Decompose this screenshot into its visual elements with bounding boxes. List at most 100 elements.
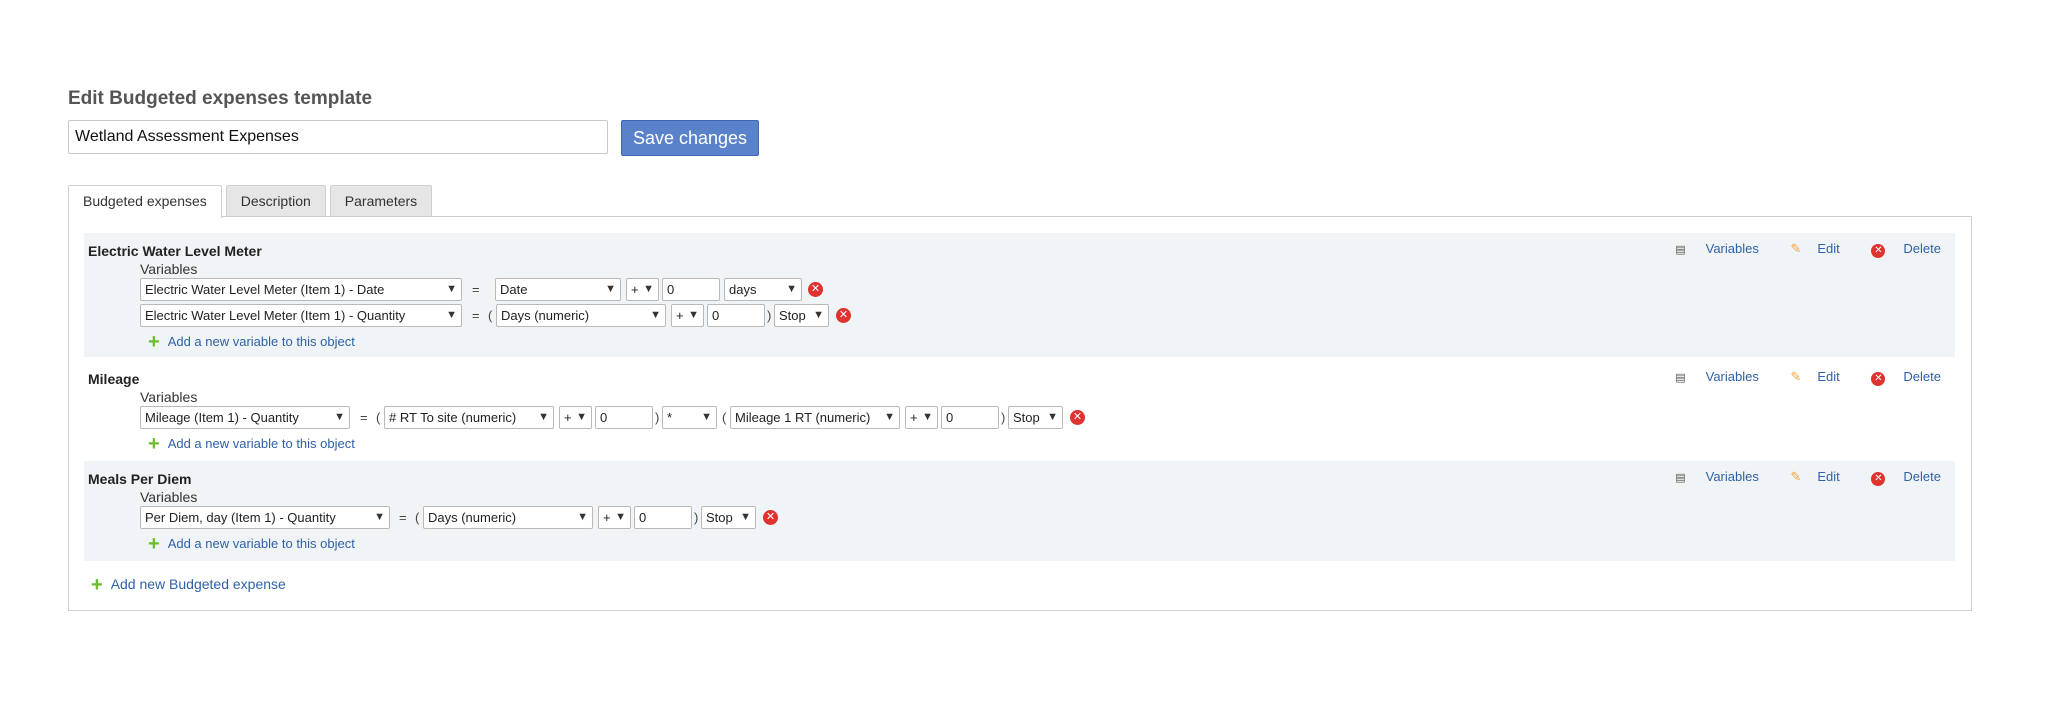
source-select[interactable]: Days (numeric) ▼ xyxy=(496,304,666,327)
variables-label: Variables xyxy=(140,489,198,505)
plus-icon: + xyxy=(148,433,160,455)
operator-select[interactable]: + ▼ xyxy=(559,406,592,429)
chevron-down-icon: ▼ xyxy=(538,411,549,423)
list-icon: ▤ xyxy=(1675,472,1686,484)
add-budgeted-expense-link[interactable]: + Add new Budgeted expense xyxy=(91,574,286,597)
expense-actions: ▤ Variables ✎ Edit ✕ Delete xyxy=(1647,469,1941,486)
chevron-down-icon: ▼ xyxy=(615,511,626,523)
equals-sign: = xyxy=(472,282,480,297)
expense-actions: ▤ Variables ✎ Edit ✕ Delete xyxy=(1647,241,1941,258)
edit-action[interactable]: ✎ Edit xyxy=(1776,241,1839,256)
close-paren: ) xyxy=(694,510,699,525)
tab-bar: Budgeted expenses Description Parameters xyxy=(68,185,436,218)
target-variable-select[interactable]: Per Diem, day (Item 1) - Quantity ▼ xyxy=(140,506,390,529)
chevron-down-icon: ▼ xyxy=(605,283,616,295)
delete-circle-icon: ✕ xyxy=(1871,372,1886,386)
close-paren: ) xyxy=(767,308,772,323)
chevron-down-icon: ▼ xyxy=(446,309,457,321)
open-paren: ( xyxy=(488,308,493,323)
operator-select[interactable]: + ▼ xyxy=(598,506,631,529)
variables-action[interactable]: ▤ Variables xyxy=(1661,241,1759,256)
equals-sign: = xyxy=(399,510,407,525)
variables-action[interactable]: ▤ Variables xyxy=(1661,469,1759,484)
save-changes-button[interactable]: Save changes xyxy=(621,120,759,156)
plus-icon: + xyxy=(148,533,160,555)
target-variable-select[interactable]: Electric Water Level Meter (Item 1) - Qu… xyxy=(140,304,462,327)
chevron-down-icon: ▼ xyxy=(813,309,824,321)
add-variable-link[interactable]: + Add a new variable to this object xyxy=(148,433,355,456)
remove-variable-icon[interactable]: ✕ xyxy=(763,510,778,525)
chevron-down-icon: ▼ xyxy=(650,309,661,321)
equals-sign: = xyxy=(360,410,368,425)
operator-select[interactable]: + ▼ xyxy=(671,304,704,327)
end-select[interactable]: Stop ▼ xyxy=(701,506,756,529)
tab-parameters[interactable]: Parameters xyxy=(329,185,433,217)
expense-title: Meals Per Diem xyxy=(88,471,192,487)
unit-select[interactable]: days ▼ xyxy=(724,278,802,301)
chevron-down-icon: ▼ xyxy=(688,309,699,321)
operator-select[interactable]: + ▼ xyxy=(626,278,659,301)
offset-input[interactable]: 0 xyxy=(707,304,765,327)
budgeted-expenses-panel: Electric Water Level Meter Variables ▤ Va… xyxy=(68,216,1972,611)
equals-sign: = xyxy=(472,308,480,323)
chevron-down-icon: ▼ xyxy=(884,411,895,423)
pencil-icon: ✎ xyxy=(1790,369,1802,384)
plus-icon: + xyxy=(148,331,160,353)
edit-action[interactable]: ✎ Edit xyxy=(1776,369,1839,384)
remove-variable-icon[interactable]: ✕ xyxy=(808,282,823,297)
chevron-down-icon: ▼ xyxy=(643,283,654,295)
delete-action[interactable]: ✕ Delete xyxy=(1857,369,1941,386)
open-paren: ( xyxy=(415,510,420,525)
expense-actions: ▤ Variables ✎ Edit ✕ Delete xyxy=(1647,369,1941,386)
close-paren: ) xyxy=(1001,410,1006,425)
variables-action[interactable]: ▤ Variables xyxy=(1661,369,1759,384)
offset-input[interactable]: 0 xyxy=(595,406,653,429)
target-variable-select[interactable]: Mileage (Item 1) - Quantity ▼ xyxy=(140,406,350,429)
remove-variable-icon[interactable]: ✕ xyxy=(836,308,851,323)
chevron-down-icon: ▼ xyxy=(740,511,751,523)
delete-action[interactable]: ✕ Delete xyxy=(1857,241,1941,258)
second-operator-select[interactable]: + ▼ xyxy=(905,406,938,429)
tab-description[interactable]: Description xyxy=(225,185,326,217)
pencil-icon: ✎ xyxy=(1790,241,1802,256)
offset-input[interactable]: 0 xyxy=(634,506,692,529)
second-source-select[interactable]: Mileage 1 RT (numeric) ▼ xyxy=(730,406,900,429)
source-select[interactable]: Days (numeric) ▼ xyxy=(423,506,593,529)
expense-electric-water-level-meter: Electric Water Level Meter Variables ▤ Va… xyxy=(84,233,1955,357)
open-paren: ( xyxy=(722,410,727,425)
page-title: Edit Budgeted expenses template xyxy=(68,88,373,109)
delete-action[interactable]: ✕ Delete xyxy=(1857,469,1941,486)
add-variable-link[interactable]: + Add a new variable to this object xyxy=(148,331,355,354)
source-select[interactable]: # RT To site (numeric) ▼ xyxy=(384,406,554,429)
remove-variable-icon[interactable]: ✕ xyxy=(1070,410,1085,425)
chevron-down-icon: ▼ xyxy=(701,411,712,423)
offset-input[interactable]: 0 xyxy=(662,278,720,301)
expense-mileage: Mileage Variables ▤ Variables ✎ Edit ✕ Dele… xyxy=(84,361,1955,457)
chevron-down-icon: ▼ xyxy=(374,511,385,523)
delete-circle-icon: ✕ xyxy=(1871,244,1886,258)
variables-label: Variables xyxy=(140,261,198,277)
end-select[interactable]: Stop ▼ xyxy=(774,304,829,327)
tab-budgeted-expenses[interactable]: Budgeted expenses xyxy=(68,185,222,218)
target-variable-select[interactable]: Electric Water Level Meter (Item 1) - Da… xyxy=(140,278,462,301)
second-offset-input[interactable]: 0 xyxy=(941,406,999,429)
chevron-down-icon: ▼ xyxy=(446,283,457,295)
chevron-down-icon: ▼ xyxy=(577,511,588,523)
source-select[interactable]: Date ▼ xyxy=(495,278,621,301)
end-select[interactable]: Stop ▼ xyxy=(1008,406,1063,429)
template-name-input[interactable] xyxy=(68,120,608,154)
pencil-icon: ✎ xyxy=(1790,469,1802,484)
chevron-down-icon: ▼ xyxy=(334,411,345,423)
add-variable-link[interactable]: + Add a new variable to this object xyxy=(148,533,355,556)
close-paren: ) xyxy=(655,410,660,425)
edit-action[interactable]: ✎ Edit xyxy=(1776,469,1839,484)
list-icon: ▤ xyxy=(1675,244,1686,256)
multiplier-select[interactable]: * ▼ xyxy=(662,406,717,429)
expense-title: Electric Water Level Meter xyxy=(88,243,262,259)
chevron-down-icon: ▼ xyxy=(1047,411,1058,423)
list-icon: ▤ xyxy=(1675,372,1686,384)
chevron-down-icon: ▼ xyxy=(922,411,933,423)
variables-label: Variables xyxy=(140,389,198,405)
chevron-down-icon: ▼ xyxy=(786,283,797,295)
chevron-down-icon: ▼ xyxy=(576,411,587,423)
